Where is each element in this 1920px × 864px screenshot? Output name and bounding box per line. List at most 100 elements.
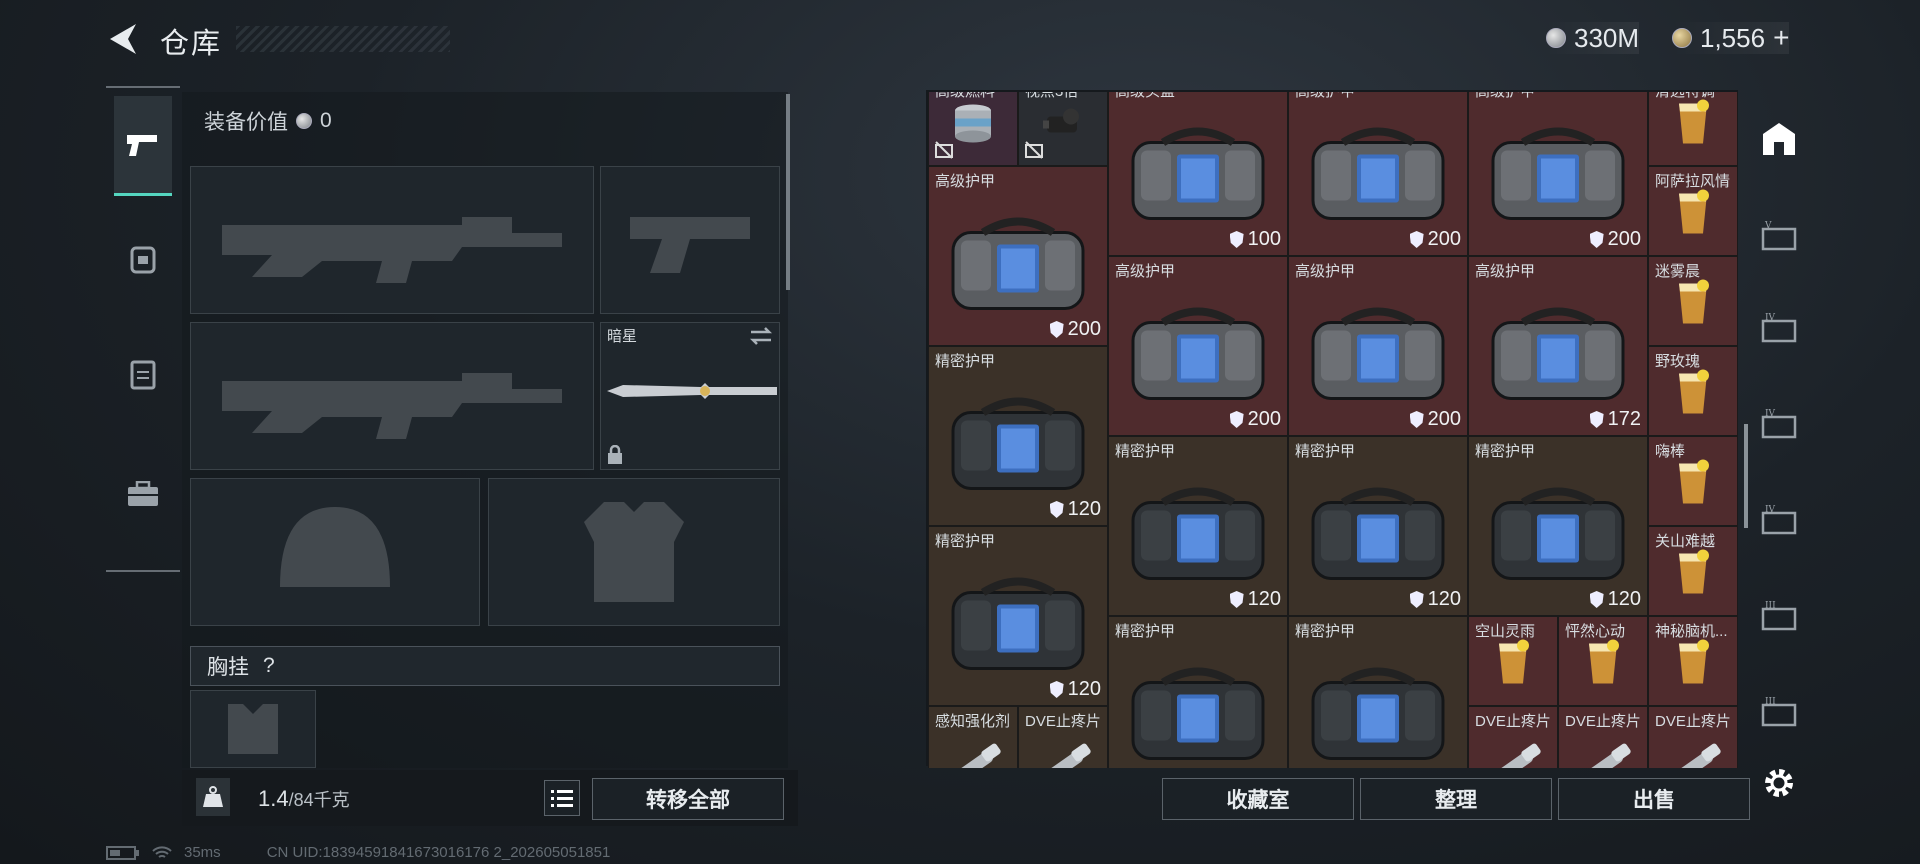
sort-button[interactable]: 整理 bbox=[1360, 778, 1552, 820]
page-title: 仓库 bbox=[160, 28, 223, 60]
inventory-item[interactable]: DVE止疼片 bbox=[1558, 706, 1648, 768]
transfer-all-button[interactable]: 转移全部 bbox=[592, 778, 784, 820]
inventory-item[interactable]: DVE止疼片 bbox=[1018, 706, 1108, 768]
helmet-slot[interactable] bbox=[190, 478, 480, 626]
storage-tab-4c[interactable]: IV bbox=[1760, 500, 1798, 538]
durability: 200 bbox=[1409, 228, 1461, 251]
pistol-slot[interactable] bbox=[600, 166, 780, 314]
durability-value: 120 bbox=[1427, 588, 1461, 610]
inventory-item[interactable]: 关山难越 bbox=[1648, 526, 1738, 616]
item-name: 高级护甲 bbox=[1295, 263, 1356, 280]
durability: 120 bbox=[1049, 498, 1101, 521]
svg-text:III: III bbox=[1765, 697, 1776, 707]
helmet-icon bbox=[280, 507, 390, 587]
inventory-item[interactable]: 野玫瑰 bbox=[1648, 346, 1738, 436]
inventory-item[interactable]: 高级护甲 200 bbox=[1108, 256, 1288, 436]
primary-weapon-slot[interactable] bbox=[190, 166, 594, 314]
inventory-item[interactable]: 精密护甲 120 bbox=[1468, 436, 1648, 616]
settings-button[interactable] bbox=[1760, 764, 1798, 802]
inventory-item[interactable]: 清远特调 bbox=[1648, 92, 1738, 166]
tab-case[interactable] bbox=[114, 444, 172, 544]
item-name: 高级护甲 bbox=[1475, 263, 1536, 280]
weight-max: /84千克 bbox=[288, 790, 350, 810]
crate-tier-icon: V bbox=[1761, 221, 1797, 251]
tab-backpack[interactable] bbox=[114, 208, 172, 308]
cocktail-icon bbox=[1673, 456, 1713, 515]
durability: 200 bbox=[1589, 228, 1641, 251]
inventory-item[interactable]: 高级护甲 200 bbox=[928, 166, 1108, 346]
crate-tier-icon: III bbox=[1761, 601, 1797, 631]
inventory-item[interactable]: 高级护甲 200 bbox=[1288, 92, 1468, 256]
back-button[interactable] bbox=[106, 22, 140, 56]
collection-room-button[interactable]: 收藏室 bbox=[1162, 778, 1354, 820]
chest-rig-slot[interactable] bbox=[190, 690, 316, 768]
item-name: 精密护甲 bbox=[1295, 443, 1356, 460]
storage-tab-3a[interactable]: III bbox=[1760, 596, 1798, 634]
loadout-scrollbar[interactable] bbox=[786, 94, 790, 290]
durability: 120 bbox=[1589, 588, 1641, 611]
inventory-item[interactable]: 精密护甲 120 bbox=[928, 346, 1108, 526]
item-name: 精密护甲 bbox=[1295, 623, 1356, 640]
inventory-item[interactable]: 精密护甲 120 bbox=[1288, 436, 1468, 616]
secondary-weapon-slot[interactable] bbox=[190, 322, 594, 470]
rifle-icon bbox=[222, 217, 562, 283]
inventory-item[interactable]: 神秘脑机... bbox=[1648, 616, 1738, 706]
svg-text:V: V bbox=[1764, 221, 1772, 231]
storage-tab-3b[interactable]: III bbox=[1760, 692, 1798, 730]
cocktail-icon bbox=[1673, 636, 1713, 695]
durability-value: 200 bbox=[1427, 228, 1461, 250]
inventory-item[interactable]: 感知强化剂 bbox=[928, 706, 1018, 768]
inventory-item[interactable]: 空山灵雨 bbox=[1468, 616, 1558, 706]
chest-rig-icon bbox=[228, 704, 278, 754]
inventory-item[interactable]: 精密护甲 120 bbox=[928, 526, 1108, 706]
inventory-item[interactable]: DVE止疼片 bbox=[1468, 706, 1558, 768]
tab-vest[interactable] bbox=[114, 324, 172, 424]
fuel-can-icon bbox=[951, 103, 995, 148]
inventory-item[interactable]: 高级头盔 100 bbox=[1108, 92, 1288, 256]
inventory-item[interactable]: 怦然心动 bbox=[1558, 616, 1648, 706]
weight-icon-box bbox=[196, 778, 230, 816]
inventory-item[interactable]: 视点3倍 bbox=[1018, 92, 1108, 166]
inventory-item[interactable]: 高级护甲 200 bbox=[1468, 92, 1648, 256]
sell-button[interactable]: 出售 bbox=[1558, 778, 1750, 820]
body-armor-icon bbox=[584, 502, 684, 602]
melee-slot[interactable]: 暗星 bbox=[600, 322, 780, 470]
durability-value: 120 bbox=[1247, 588, 1281, 610]
storage-sidebar: V IV IV IV III III bbox=[1748, 92, 1808, 797]
item-name: 高级护甲 bbox=[935, 173, 996, 190]
item-name: 精密护甲 bbox=[1475, 443, 1536, 460]
tab-weapons[interactable] bbox=[114, 96, 172, 196]
storage-tab-4b[interactable]: IV bbox=[1760, 404, 1798, 442]
inventory-item[interactable]: 精密护甲 bbox=[1108, 616, 1288, 768]
chest-rig-help-button[interactable]: ? bbox=[263, 654, 275, 678]
inventory-item[interactable]: 嗨棒 bbox=[1648, 436, 1738, 526]
armor-slot[interactable] bbox=[488, 478, 780, 626]
inventory-item[interactable]: 迷雾晨 bbox=[1648, 256, 1738, 346]
durability-value: 172 bbox=[1607, 408, 1641, 430]
melee-name: 暗星 bbox=[607, 328, 638, 345]
item-name: DVE止疼片 bbox=[1475, 713, 1551, 730]
storage-tab-4a[interactable]: IV bbox=[1760, 308, 1798, 346]
vest-icon bbox=[130, 360, 156, 390]
inventory-item[interactable]: 高级护甲 200 bbox=[1288, 256, 1468, 436]
item-name: DVE止疼片 bbox=[1655, 713, 1731, 730]
inventory-item[interactable]: 高级燃料 bbox=[928, 92, 1018, 166]
weight-icon bbox=[203, 786, 223, 807]
inventory-item[interactable]: 阿萨拉风情 bbox=[1648, 166, 1738, 256]
item-name: 精密护甲 bbox=[935, 533, 996, 550]
swap-icon[interactable] bbox=[749, 327, 773, 345]
add-coins-button[interactable]: + bbox=[1773, 22, 1789, 54]
coin-display[interactable]: 1,556 + bbox=[1672, 22, 1790, 54]
crate-tier-icon: III bbox=[1761, 697, 1797, 727]
storage-home-tab[interactable] bbox=[1760, 120, 1798, 158]
inventory-item[interactable]: 精密护甲 bbox=[1288, 616, 1468, 768]
shield-icon bbox=[1589, 591, 1604, 608]
shield-icon bbox=[1409, 411, 1424, 428]
inventory-item[interactable]: 精密护甲 120 bbox=[1108, 436, 1288, 616]
list-view-button[interactable] bbox=[544, 780, 580, 816]
storage-tab-5[interactable]: V bbox=[1760, 216, 1798, 254]
inventory-item[interactable]: DVE止疼片 bbox=[1648, 706, 1738, 768]
inventory-item[interactable]: 高级护甲 172 bbox=[1468, 256, 1648, 436]
item-name: 视点3倍 bbox=[1025, 92, 1078, 101]
status-bar: 35ms CN UID:18394591841673016176 2_20260… bbox=[106, 844, 610, 861]
